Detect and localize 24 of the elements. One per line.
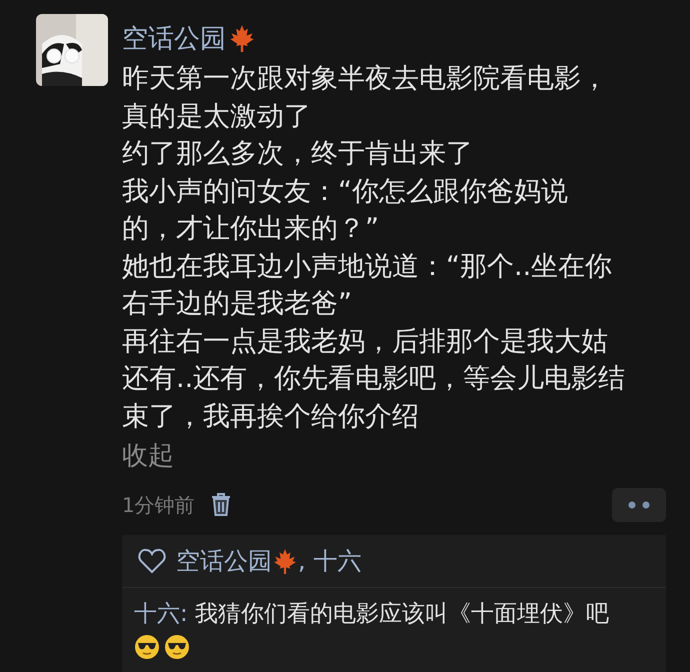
comment-text: 束了，我再挨个给你介绍: [122, 400, 420, 434]
more-button[interactable]: [612, 488, 666, 522]
comment-text: 约了那么多次，终于肯出来了: [122, 137, 474, 171]
comment-text: 右手边的是我老爸”: [122, 287, 353, 321]
comment-text: 我小声的问女友：“你怎么跟你爸妈说: [122, 174, 569, 208]
liker-name[interactable]: 空话公园: [176, 545, 272, 577]
timestamp: 1分钟前: [122, 492, 195, 518]
collapse-link[interactable]: 收起: [122, 437, 174, 475]
liker-name[interactable]: 十六: [313, 545, 362, 577]
comment-text: 她也在我耳边小声地说道：“那个..坐在你: [122, 250, 614, 284]
heart-icon[interactable]: [138, 548, 166, 574]
trash-icon[interactable]: [210, 493, 231, 517]
more-icon: [627, 501, 651, 509]
sunglasses-emoji-icon: [164, 634, 190, 660]
comment-text: 再往右一点是我老妈，后排那个是我大姑: [122, 324, 609, 358]
comment-text: 昨天第一次跟对象半夜去电影院看电影，: [122, 62, 609, 96]
username[interactable]: 空话公园: [122, 20, 226, 56]
separator: ,: [298, 547, 307, 575]
comment-text: 真的是太激动了: [122, 100, 312, 134]
maple-leaf-icon: [228, 24, 256, 52]
reply-text: 十六: 我猜你们看的电影应该叫《十面埋伏》吧: [134, 600, 610, 629]
comment-text: 的，才让你出来的？”: [122, 212, 380, 246]
sunglasses-emoji-icon: [134, 634, 160, 660]
comment-text: 还有..还有，你先看电影吧，等会儿电影结: [122, 362, 626, 396]
